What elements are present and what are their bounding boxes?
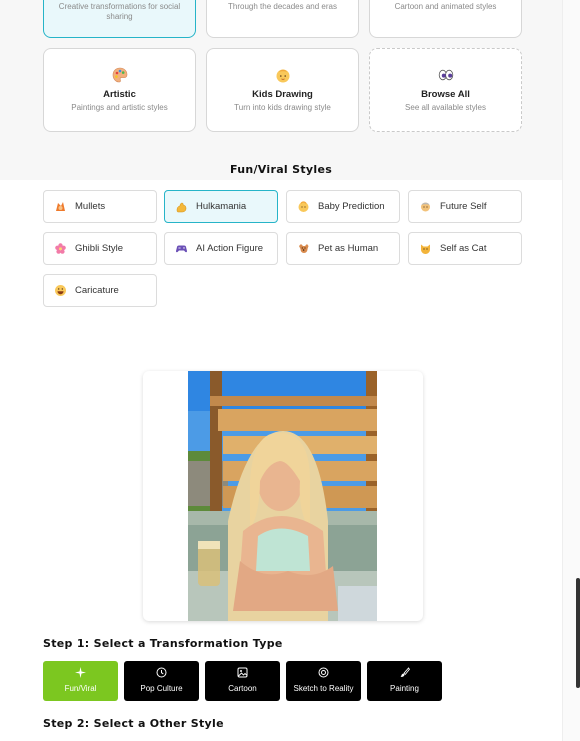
style-chip-mullets[interactable]: Mullets bbox=[43, 190, 157, 223]
category-card-title: Browse All bbox=[421, 89, 470, 100]
style-chip-label: Baby Prediction bbox=[318, 201, 385, 212]
type-button-sketch-to-reality[interactable]: Sketch to Reality bbox=[286, 661, 361, 701]
style-chip-label: Ghibli Style bbox=[75, 243, 124, 254]
style-chip-caricature[interactable]: Caricature bbox=[43, 274, 157, 307]
category-card-desc: See all available styles bbox=[405, 103, 486, 112]
step1-title: Step 1: Select a Transformation Type bbox=[43, 637, 283, 650]
baby-face-icon bbox=[297, 200, 310, 213]
type-button-cartoon[interactable]: Cartoon bbox=[205, 661, 280, 701]
category-card-artistic[interactable]: Artistic Paintings and artistic styles bbox=[43, 48, 196, 132]
image-icon bbox=[237, 667, 248, 678]
style-chip-label: Caricature bbox=[75, 285, 119, 296]
flexed-arm-icon bbox=[175, 200, 188, 213]
type-button-label: Painting bbox=[390, 684, 419, 693]
image-preview-card bbox=[143, 371, 423, 621]
main-content: Creative transformations for social shar… bbox=[0, 0, 562, 741]
brush-icon bbox=[399, 667, 410, 678]
section-title: Fun/Viral Styles bbox=[229, 163, 333, 176]
gamepad-icon bbox=[175, 242, 188, 255]
uploaded-photo bbox=[188, 371, 377, 621]
style-chip-future-self[interactable]: Future Self bbox=[408, 190, 522, 223]
style-chip-baby-prediction[interactable]: Baby Prediction bbox=[286, 190, 400, 223]
category-card-desc: Paintings and artistic styles bbox=[71, 103, 168, 112]
category-card-kids-drawing[interactable]: Kids Drawing Turn into kids drawing styl… bbox=[206, 48, 359, 132]
category-card-desc: Cartoon and animated styles bbox=[394, 2, 497, 11]
style-chip-self-as-cat[interactable]: Self as Cat bbox=[408, 232, 522, 265]
grin-icon bbox=[54, 284, 67, 297]
eyes-icon bbox=[437, 66, 455, 84]
category-card-title: Artistic bbox=[103, 89, 136, 100]
future-self-icon bbox=[419, 200, 432, 213]
category-card-desc: Creative transformations for social shar… bbox=[58, 2, 181, 21]
type-button-label: Cartoon bbox=[228, 684, 257, 693]
category-card-desc: Through the decades and eras bbox=[228, 2, 337, 11]
type-button-label: Sketch to Reality bbox=[293, 684, 354, 693]
cat-icon bbox=[419, 242, 432, 255]
step2-title: Step 2: Select a Other Style bbox=[43, 717, 224, 730]
style-chip-label: Hulkamania bbox=[196, 201, 247, 212]
type-button-painting[interactable]: Painting bbox=[367, 661, 442, 701]
mullet-icon bbox=[54, 200, 67, 213]
type-button-label: Pop Culture bbox=[140, 684, 183, 693]
category-card-desc: Turn into kids drawing style bbox=[234, 103, 331, 112]
sparkle-icon bbox=[75, 667, 86, 678]
scrollbar-thumb[interactable] bbox=[576, 578, 580, 688]
type-button-pop-culture[interactable]: Pop Culture bbox=[124, 661, 199, 701]
category-card-fun-viral[interactable]: Creative transformations for social shar… bbox=[43, 0, 196, 38]
dog-icon bbox=[297, 242, 310, 255]
category-card-title: Kids Drawing bbox=[252, 89, 313, 100]
style-chip-label: Future Self bbox=[440, 201, 487, 212]
style-chip-label: Pet as Human bbox=[318, 243, 379, 254]
blossom-icon bbox=[54, 242, 67, 255]
style-chip-label: AI Action Figure bbox=[196, 243, 264, 254]
category-card-pop-culture[interactable]: Through the decades and eras bbox=[206, 0, 359, 38]
style-chip-ai-action-figure[interactable]: AI Action Figure bbox=[164, 232, 278, 265]
style-chip-ghibli[interactable]: Ghibli Style bbox=[43, 232, 157, 265]
palette-icon bbox=[111, 66, 129, 84]
clock-icon bbox=[156, 667, 167, 678]
style-chip-label: Mullets bbox=[75, 201, 106, 212]
style-chip-pet-as-human[interactable]: Pet as Human bbox=[286, 232, 400, 265]
category-card-browse-all[interactable]: Browse All See all available styles bbox=[369, 48, 522, 132]
target-icon bbox=[318, 667, 329, 678]
category-card-cartoon[interactable]: Cartoon and animated styles bbox=[369, 0, 522, 38]
baby-icon bbox=[274, 66, 292, 84]
style-chip-hulkamania[interactable]: Hulkamania bbox=[164, 190, 278, 223]
style-chip-label: Self as Cat bbox=[440, 243, 487, 254]
type-button-fun-viral[interactable]: Fun/Viral bbox=[43, 661, 118, 701]
type-button-label: Fun/Viral bbox=[64, 684, 97, 693]
